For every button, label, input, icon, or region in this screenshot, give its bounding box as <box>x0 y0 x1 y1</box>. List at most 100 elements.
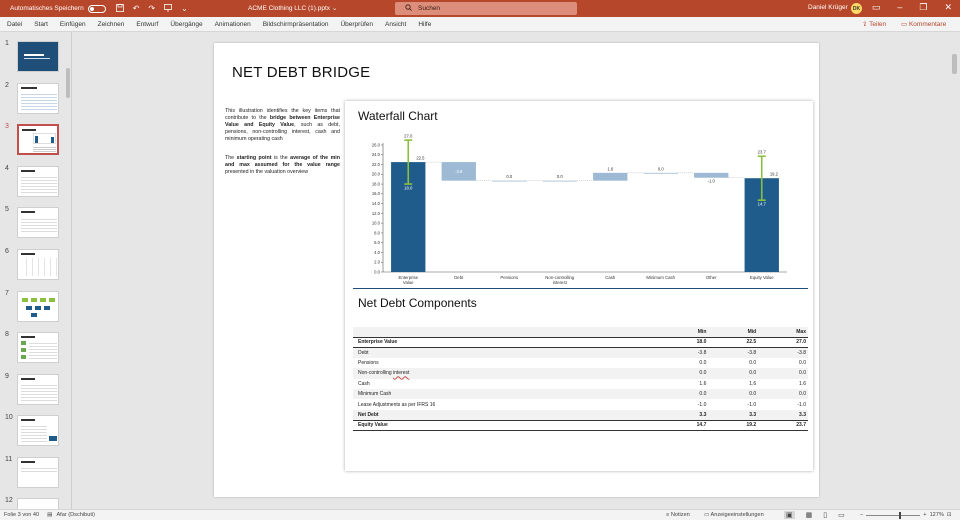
range-max-label: 27.0 <box>404 134 413 139</box>
thumbnail-slide-11[interactable]: 11 <box>0 456 70 489</box>
thumbnail-slide-8[interactable]: 8 <box>0 331 70 364</box>
zoom-in-icon[interactable]: + <box>923 512 926 518</box>
y-tick-label: 14.0 <box>372 201 381 206</box>
document-title[interactable]: ACME Clothing LLC (1).pptx ⌄ <box>248 4 337 12</box>
x-tick-label: Value <box>403 280 414 285</box>
thumbnail-slide-5[interactable]: 5 <box>0 206 70 239</box>
slide-sorter-icon[interactable]: ▦ <box>806 511 813 519</box>
thumbnail-slide-2[interactable]: 2 <box>0 82 70 115</box>
chart-and-table-card[interactable]: Waterfall Chart 0.0 2.0 4.0 6.0 8.0 10.0 12.0 1… <box>345 101 813 471</box>
spellcheck-icon: ▤ <box>47 512 53 518</box>
cell-max: 3.3 <box>758 409 808 421</box>
thumbnail-slide-3[interactable]: 3 <box>0 123 70 156</box>
thumbnail-slide-4[interactable]: 4 <box>0 165 70 198</box>
reading-view-icon[interactable]: ▯ <box>823 511 827 519</box>
thumbnail-image <box>17 249 59 280</box>
divider <box>353 288 808 289</box>
fit-to-window-icon[interactable]: ⊡ <box>947 512 952 518</box>
description-text[interactable]: This illustration identifies the key ite… <box>225 108 340 189</box>
restore-icon[interactable]: ❐ <box>919 2 927 13</box>
thumbnail-slide-6[interactable]: 6 <box>0 248 70 281</box>
slide-canvas[interactable]: NET DEBT BRIDGE This illustration identi… <box>214 43 819 497</box>
slide-title[interactable]: NET DEBT BRIDGE <box>232 64 370 81</box>
ribbon-tabs: Datei Start Einfügen Zeichnen Entwurf Üb… <box>0 17 960 32</box>
cell-mid: 1.6 <box>749 380 757 387</box>
thumbnail-slide-7[interactable]: 7 <box>0 290 70 323</box>
tab-bildschirmpraesentation[interactable]: Bildschirmpräsentation <box>263 21 329 28</box>
save-icon[interactable] <box>115 3 124 14</box>
tab-start[interactable]: Start <box>34 21 48 28</box>
waterfall-bar <box>593 172 628 181</box>
cell-mid: 0.0 <box>708 388 759 400</box>
x-tick-label: Other <box>706 275 717 280</box>
table-row: Debt -3.8 -3.8 -3.8 <box>353 346 808 358</box>
display-settings-button[interactable]: ▭ Anzeigeeinstellungen <box>704 512 764 518</box>
row-label: Cash <box>358 380 370 387</box>
description-paragraph-1: This illustration identifies the key ite… <box>225 108 340 142</box>
share-button[interactable]: ⇪ Teilen <box>862 20 886 28</box>
table-row: Net Debt 3.3 3.3 3.3 <box>353 409 808 421</box>
thumbnail-slide-10[interactable]: 10 <box>0 414 70 447</box>
autosave-toggle[interactable] <box>87 4 106 13</box>
cell-mid: 3.3 <box>708 409 759 421</box>
avatar[interactable]: DK <box>851 3 862 14</box>
thumbnail-number: 6 <box>5 248 9 255</box>
zoom-slider-knob[interactable] <box>898 511 901 519</box>
tab-zeichnen[interactable]: Zeichnen <box>98 21 125 28</box>
search-placeholder: Suchen <box>418 5 441 12</box>
user-name[interactable]: Daniel Krüger <box>808 4 848 11</box>
zoom-level[interactable]: 127% <box>930 512 944 518</box>
row-label: Lease Adjustments as per IFRS 16 <box>358 401 436 408</box>
range-max-label: 23.7 <box>758 150 767 155</box>
minimize-icon[interactable]: – <box>897 2 902 13</box>
text-run: presented in the valuation overview <box>225 169 309 176</box>
thumbnail-number: 2 <box>5 82 9 89</box>
normal-view-icon[interactable]: ▣ <box>784 511 795 519</box>
display-icon: ▭ <box>704 512 710 518</box>
redo-icon[interactable]: ↷ <box>148 4 155 14</box>
tab-einfuegen[interactable]: Einfügen <box>60 21 86 28</box>
autosave[interactable]: Automatisches Speichern <box>10 4 106 13</box>
undo-icon[interactable]: ↶ <box>133 4 140 14</box>
column-header-max: Max <box>758 327 808 338</box>
editor-scrollbar[interactable] <box>950 32 960 509</box>
cell-max: 23.7 <box>758 419 808 432</box>
tab-datei[interactable]: Datei <box>7 21 22 28</box>
close-icon[interactable]: ✕ <box>944 2 952 13</box>
thumbnail-slide-12[interactable]: 12 <box>0 497 70 509</box>
present-icon[interactable] <box>164 3 173 14</box>
tab-ueberpruefen[interactable]: Überprüfen <box>340 21 373 28</box>
thumbnail-slide-1[interactable]: 1 <box>0 40 70 73</box>
tab-hilfe[interactable]: Hilfe <box>418 21 431 28</box>
tab-uebergaenge[interactable]: Übergänge <box>170 21 202 28</box>
tab-entwurf[interactable]: Entwurf <box>136 21 158 28</box>
thumbnail-slide-9[interactable]: 9 <box>0 373 70 406</box>
ribbon-display-icon[interactable]: ▭ <box>872 2 881 13</box>
tab-ansicht[interactable]: Ansicht <box>385 21 406 28</box>
waterfall-chart[interactable]: 0.0 2.0 4.0 6.0 8.0 10.0 12.0 14.0 16.0 18.0 20.0 2… <box>345 131 813 286</box>
notes-button[interactable]: ≡ Notizen <box>666 512 690 518</box>
zoom-slider[interactable] <box>866 511 921 519</box>
search-box[interactable]: Suchen <box>395 2 577 15</box>
net-debt-table[interactable]: Min Mid Max Enterprise Value 18.0 22.5 2… <box>353 327 808 432</box>
zoom-out-icon[interactable]: − <box>860 512 863 518</box>
row-label: Debt <box>353 346 659 358</box>
column-header-mid: Mid <box>708 327 759 338</box>
y-tick-label: 16.0 <box>372 191 381 196</box>
thumbnail-number: 10 <box>5 414 13 421</box>
slide-editor[interactable]: NET DEBT BRIDGE This illustration identi… <box>73 32 960 509</box>
cell-min: 0.0 <box>699 359 707 366</box>
comments-button[interactable]: ▭ Kommentare <box>901 20 946 28</box>
slideshow-icon[interactable]: ▭ <box>838 511 845 519</box>
x-tick-label: Minimum Cash <box>646 275 675 280</box>
data-label: -3.8 <box>455 169 463 174</box>
language-indicator[interactable]: ▤ Afar (Dschibuti) <box>47 512 95 518</box>
row-label: Minimum Cash <box>353 388 659 400</box>
tab-animationen[interactable]: Animationen <box>215 21 251 28</box>
slide-thumbnails-pane[interactable]: 1 2 3 4 5 6 7 8 9 10 11 12 <box>0 32 72 509</box>
cell-mid: 0.0 <box>749 359 757 366</box>
customize-icon[interactable]: ⌄ <box>181 4 188 14</box>
thumbnails-scrollbar[interactable] <box>66 68 70 98</box>
scrollbar-thumb[interactable] <box>952 54 957 74</box>
thumbnail-image <box>17 415 59 446</box>
